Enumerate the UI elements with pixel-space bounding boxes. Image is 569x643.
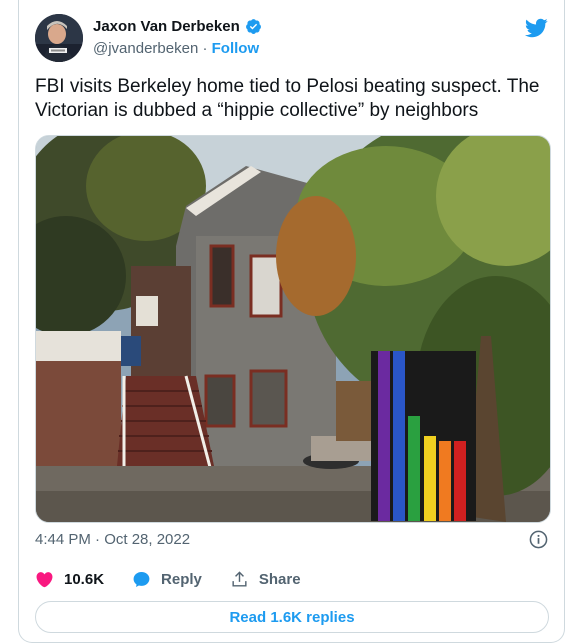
handle-separator: · [202,40,208,57]
tweet-timestamp[interactable]: 4:44 PM · Oct 28, 2022 [35,531,190,548]
tweet-text: FBI visits Berkeley home tied to Pelosi … [35,76,540,121]
reply-bubble-icon [133,571,150,588]
author-handle-row: @jvanderbeken · Follow [93,40,259,57]
verified-badge-icon [245,18,262,35]
tweet-photo[interactable] [35,135,551,523]
share-label: Share [258,571,301,588]
read-replies-button[interactable]: Read 1.6K replies [35,601,549,633]
action-bar: 10.6K Reply Share [35,570,329,589]
author-handle[interactable]: @jvanderbeken [93,40,198,57]
author-name-row[interactable]: Jaxon Van Derbeken [93,18,262,35]
reply-label: Reply [161,571,202,588]
info-icon[interactable] [529,530,548,549]
author-name[interactable]: Jaxon Van Derbeken [93,18,240,35]
reply-button[interactable]: Reply [132,570,202,589]
like-count: 10.6K [64,571,105,588]
like-button[interactable]: 10.6K [35,570,104,589]
share-icon [232,571,247,587]
twitter-bird-icon[interactable] [524,16,548,40]
follow-link[interactable]: Follow [212,40,260,57]
tweet-card: Jaxon Van Derbeken @jvanderbeken · Follo… [18,0,565,643]
heart-icon [36,572,53,588]
avatar[interactable] [35,14,83,62]
share-button[interactable]: Share [230,570,301,589]
